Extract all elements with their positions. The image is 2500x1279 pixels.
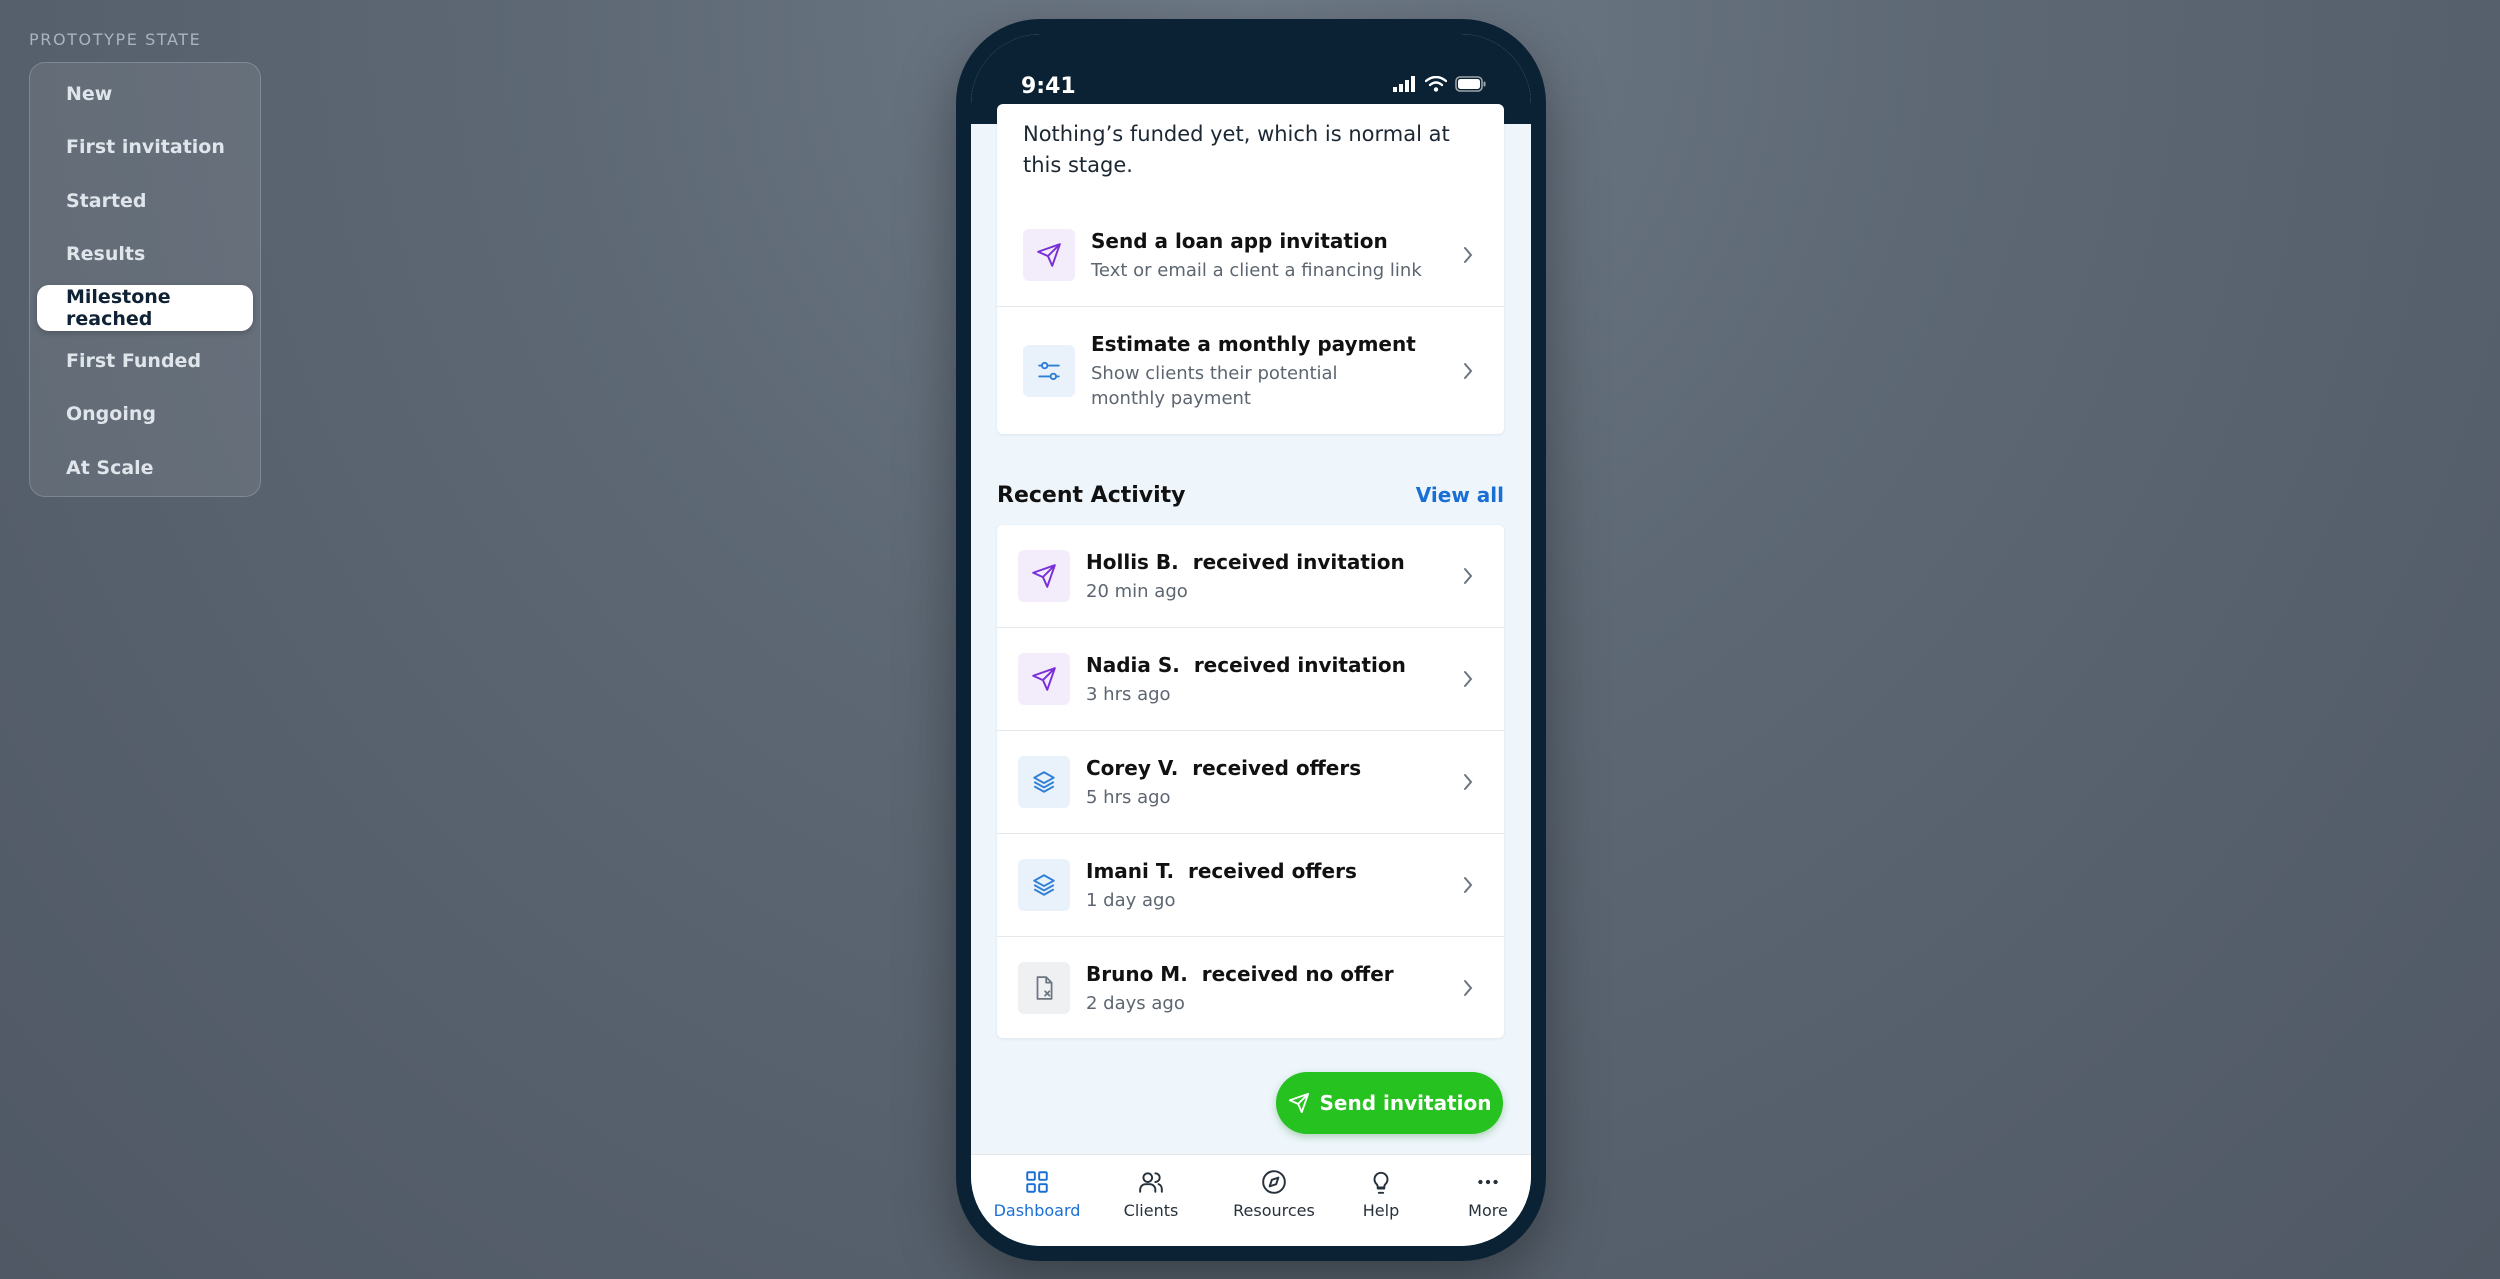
activity-event: received offers: [1192, 756, 1362, 780]
tab-dashboard[interactable]: Dashboard: [994, 1169, 1080, 1220]
send-icon: [1018, 550, 1070, 602]
recent-activity-title: Recent Activity: [997, 482, 1186, 508]
tab-label: Dashboard: [993, 1201, 1081, 1220]
tab-clients[interactable]: Clients: [1121, 1169, 1181, 1220]
tab-label: Clients: [1123, 1201, 1179, 1220]
send-icon: [1018, 653, 1070, 705]
activity-name: Bruno M.: [1086, 961, 1188, 986]
chevron-right-icon: [1458, 670, 1478, 688]
sliders-icon: [1023, 344, 1075, 397]
chevron-right-icon: [1458, 246, 1478, 264]
activity-event: received offers: [1187, 859, 1357, 883]
activity-row-corey[interactable]: Corey V. received offers 5 hrs ago: [997, 730, 1504, 833]
send-icon: [1023, 229, 1075, 281]
phone-frame: 9:41 Nothing’s funded yet, which is norm…: [956, 19, 1546, 1261]
activity-row-imani[interactable]: Imani T. received offers 1 day ago: [997, 833, 1504, 936]
activity-time: 1 day ago: [1086, 890, 1176, 911]
more-icon: [1478, 1179, 1498, 1185]
users-icon: [1139, 1172, 1163, 1193]
tab-label: More: [1468, 1201, 1508, 1220]
recent-activity-header: Recent Activity View all: [997, 478, 1504, 512]
estimate-payment-title: Estimate a monthly payment: [1091, 332, 1416, 356]
chevron-right-icon: [1458, 567, 1478, 585]
send-icon: [1288, 1092, 1309, 1114]
chevron-right-icon: [1458, 979, 1478, 997]
prototype-state-started[interactable]: Started: [37, 178, 253, 224]
activity-name: Nadia S.: [1086, 653, 1180, 677]
activity-row-nadia[interactable]: Nadia S. received invitation 3 hrs ago: [997, 627, 1504, 730]
send-invitation-button[interactable]: Send invitation: [1276, 1072, 1503, 1134]
layers-icon: [1018, 859, 1070, 911]
tab-help[interactable]: Help: [1356, 1169, 1406, 1220]
layers-icon: [1018, 756, 1070, 808]
send-invitation-label: Send invitation: [1319, 1091, 1492, 1115]
estimate-payment-subtitle: Show clients their potential monthly pay…: [1091, 363, 1338, 409]
activity-time: 5 hrs ago: [1086, 787, 1171, 808]
prototype-state-ongoing[interactable]: Ongoing: [37, 391, 253, 437]
prototype-state-first-invitation[interactable]: First invitation: [37, 124, 253, 170]
activity-event: received no offer: [1201, 961, 1394, 986]
prototype-state-new[interactable]: New: [37, 71, 253, 117]
activity-name: Hollis B.: [1086, 550, 1179, 574]
send-loan-invitation-subtitle: Text or email a client a financing link: [1091, 260, 1422, 281]
chevron-right-icon: [1458, 773, 1478, 791]
tab-resources[interactable]: Resources: [1233, 1169, 1315, 1220]
activity-event: received invitation: [1193, 653, 1406, 677]
activity-event: received invitation: [1192, 550, 1405, 574]
recent-activity-list: Hollis B. received invitation 20 min ago…: [997, 525, 1504, 1038]
prototype-state-panel: New First invitation Started Results Mil…: [29, 62, 261, 497]
chevron-right-icon: [1458, 362, 1478, 380]
activity-name: Corey V.: [1086, 756, 1179, 780]
estimate-payment-row[interactable]: Estimate a monthly payment Show clients …: [997, 306, 1504, 434]
send-loan-invitation-title: Send a loan app invitation: [1091, 229, 1388, 253]
prototype-state-results[interactable]: Results: [37, 231, 253, 277]
prototype-state-first-funded[interactable]: First Funded: [37, 338, 253, 384]
prototype-state-milestone-reached[interactable]: Milestone reached: [37, 284, 253, 331]
phone-screen: 9:41 Nothing’s funded yet, which is norm…: [971, 34, 1531, 1246]
wifi-icon: [1425, 76, 1447, 92]
activity-time: 2 days ago: [1086, 992, 1185, 1014]
prototype-state-at-scale[interactable]: At Scale: [37, 445, 253, 491]
funding-status-text: Nothing’s funded yet, which is normal at…: [1023, 122, 1450, 177]
grid-icon: [1026, 1171, 1048, 1193]
activity-time: 3 hrs ago: [1086, 684, 1171, 705]
activity-row-bruno[interactable]: Bruno M. received no offer 2 days ago: [997, 936, 1504, 1038]
prototype-state-label: PROTOTYPE STATE: [29, 30, 202, 49]
tab-label: Help: [1362, 1201, 1400, 1220]
chevron-right-icon: [1458, 876, 1478, 894]
battery-icon: [1455, 76, 1486, 92]
compass-icon: [1262, 1170, 1286, 1194]
file-x-icon: [1018, 961, 1070, 1014]
signal-icon: [1393, 76, 1415, 92]
status-icons: [1393, 76, 1487, 92]
activity-name: Imani T.: [1086, 859, 1175, 883]
tab-label: Resources: [1233, 1201, 1315, 1220]
funding-status-card: Nothing’s funded yet, which is normal at…: [997, 104, 1504, 434]
tab-more[interactable]: More: [1463, 1169, 1513, 1220]
send-loan-invitation-row[interactable]: Send a loan app invitation Text or email…: [997, 204, 1504, 306]
lightbulb-icon: [1373, 1171, 1389, 1194]
status-time: 9:41: [1021, 74, 1076, 99]
bottom-tab-bar: Dashboard Clients Resources Help More: [971, 1154, 1531, 1246]
activity-time: 20 min ago: [1086, 581, 1188, 602]
activity-row-hollis[interactable]: Hollis B. received invitation 20 min ago: [997, 525, 1504, 627]
view-all-link[interactable]: View all: [1416, 483, 1504, 507]
